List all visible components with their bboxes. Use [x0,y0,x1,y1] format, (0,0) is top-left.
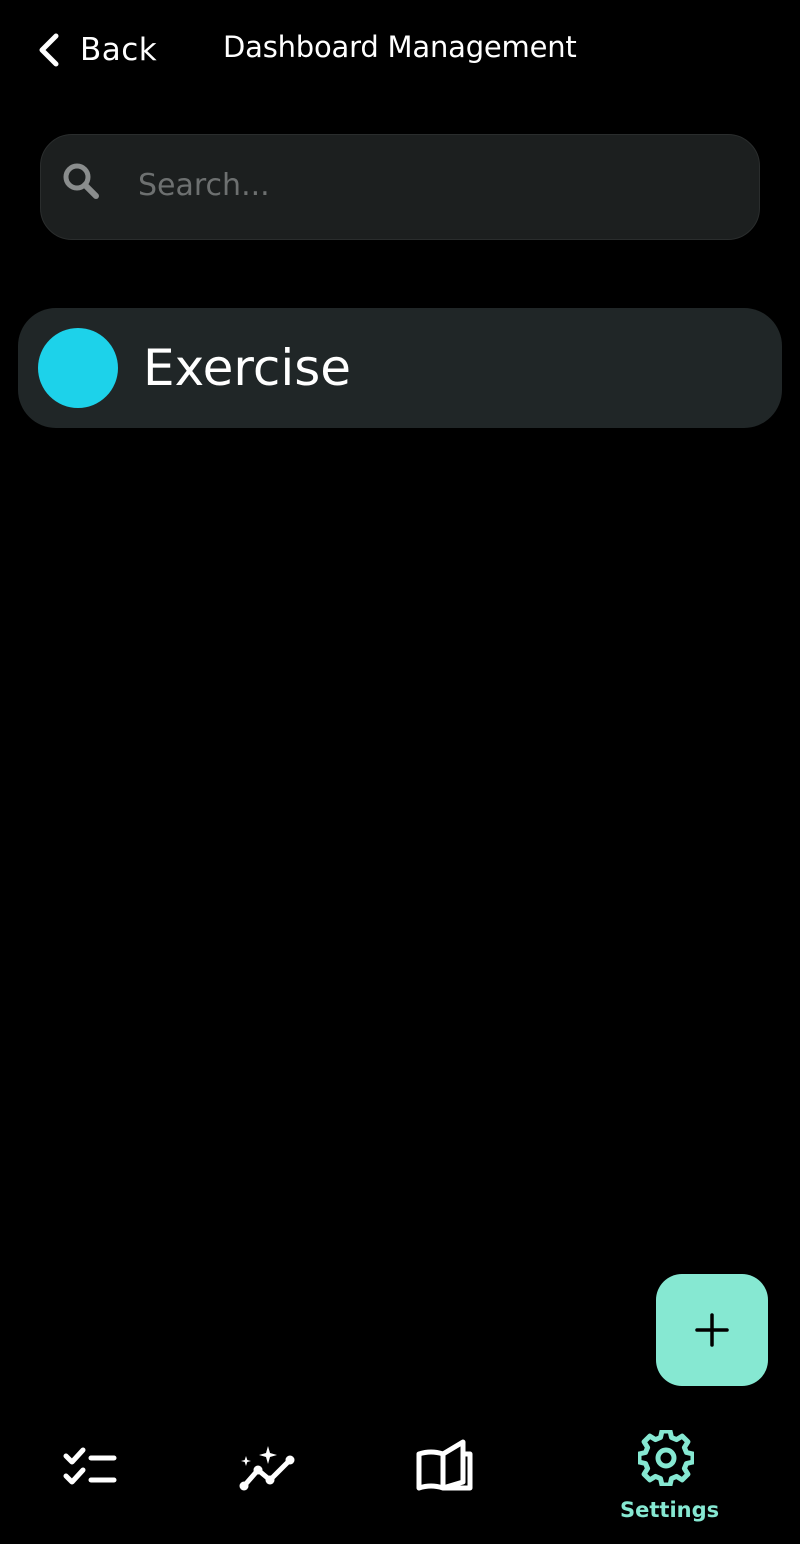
plus-icon [695,1313,729,1347]
trend-sparkle-icon [239,1446,295,1491]
nav-item-settings[interactable]: Settings [616,1430,720,1526]
color-dot [38,328,118,408]
search-input[interactable] [138,160,738,210]
page-title: Dashboard Management [223,30,577,64]
chevron-left-icon [39,33,59,67]
search-icon [63,163,99,199]
nav-item-tasks[interactable] [54,1440,124,1500]
nav-label-settings: Settings [620,1498,720,1522]
header: Back Dashboard Management [0,0,800,100]
nav-item-insights[interactable] [230,1436,300,1500]
list-item-label: Exercise [143,339,352,397]
gear-icon [638,1430,694,1486]
list-item-exercise[interactable]: Exercise [18,308,782,428]
checklist-icon [63,1447,117,1485]
nav-item-journal[interactable] [410,1436,480,1500]
back-label: Back [80,32,158,68]
add-button[interactable] [656,1274,768,1386]
back-button[interactable]: Back [36,28,157,72]
open-book-icon [416,1439,473,1491]
dashboard-management-screen: Back Dashboard Management Exercise [0,0,800,1544]
